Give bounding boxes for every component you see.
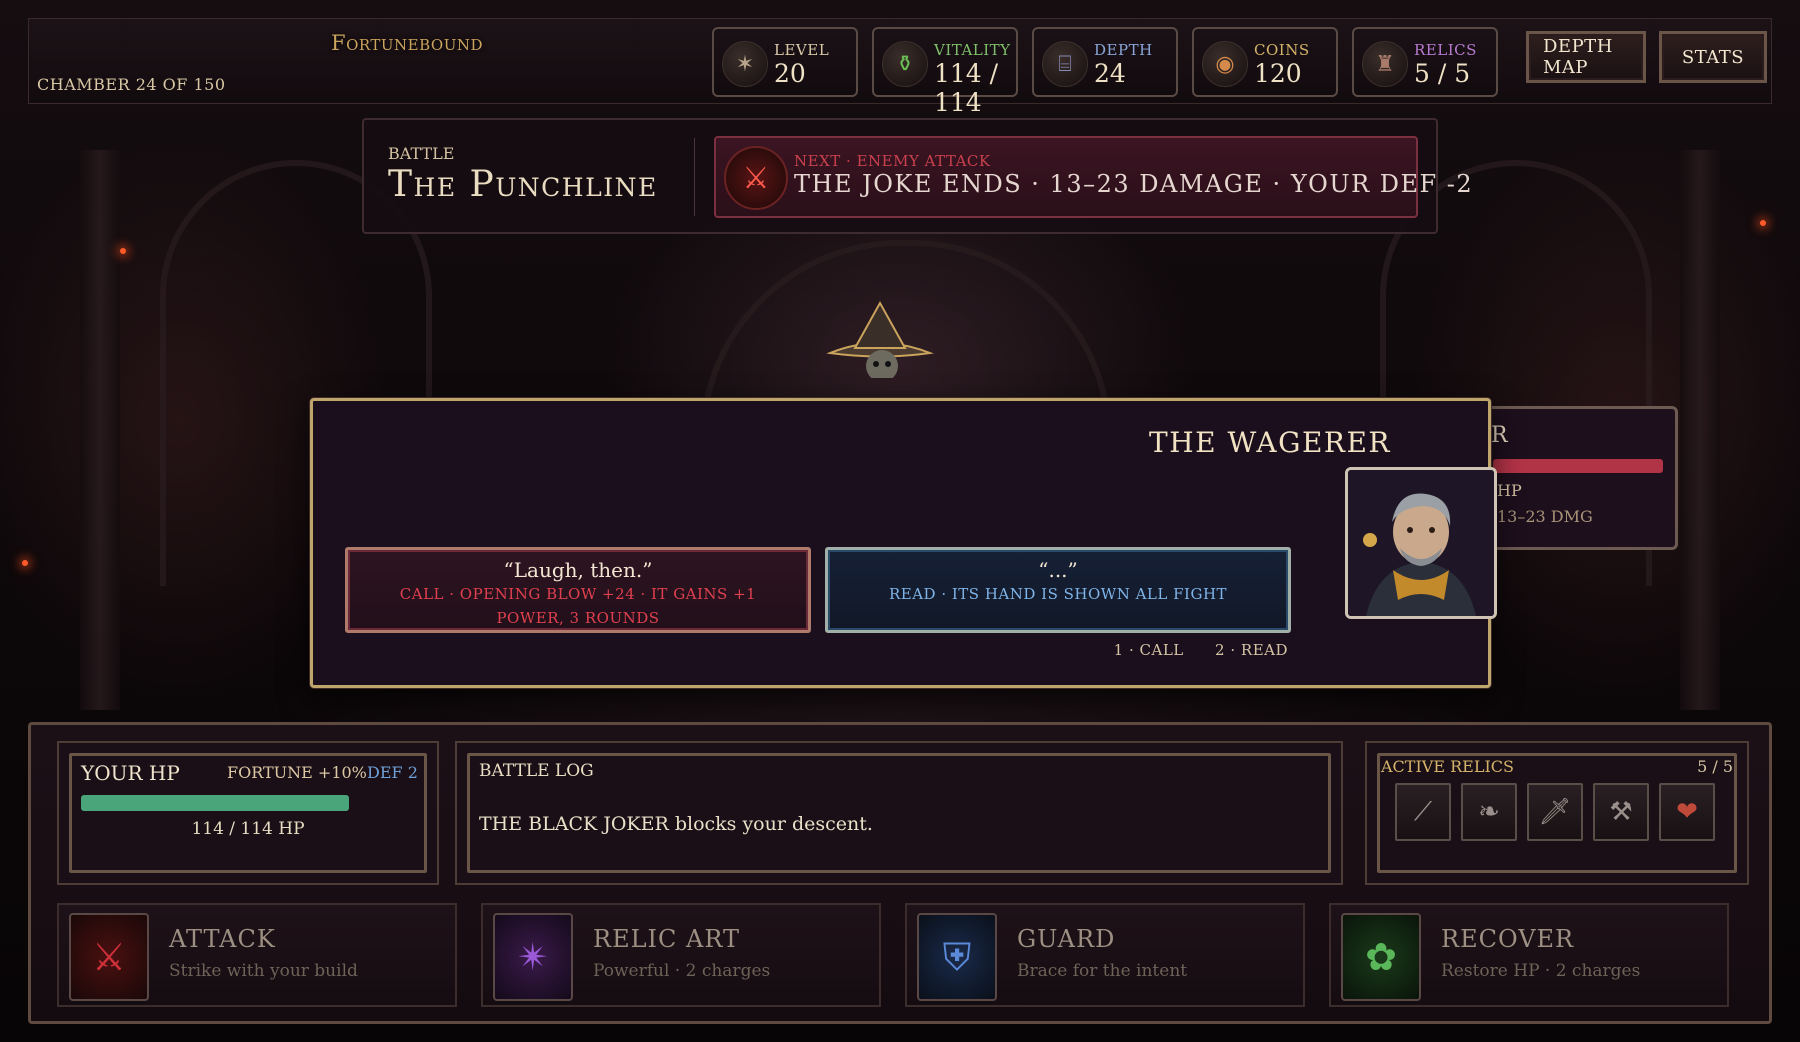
action-name: ATTACK <box>169 925 276 953</box>
arcane-star-icon: ✴ <box>493 913 573 1001</box>
active-relics-panel: ACTIVE RELICS 5 / 5 ⟋ ❧ 🗡 ⚒ ❤ <box>1365 741 1749 885</box>
bottom-panel: YOUR HP FORTUNE +10% DEF 2 114 / 114 HP … <box>28 722 1772 1024</box>
action-name: GUARD <box>1017 925 1116 953</box>
ember <box>120 248 126 254</box>
hotkey-read: 2 · READ <box>1215 641 1288 659</box>
enemy-hp-bar <box>1493 459 1663 473</box>
stairs-icon: ⌸ <box>1042 41 1088 87</box>
stat-depth: ⌸ DEPTH 24 <box>1032 27 1178 97</box>
stat-value: 24 <box>1094 59 1126 88</box>
action-name: RELIC ART <box>593 925 740 953</box>
action-name: RECOVER <box>1441 925 1575 953</box>
stat-coins: ◉ COINS 120 <box>1192 27 1338 97</box>
star-sigil-icon: ✶ <box>722 41 768 87</box>
action-desc: Restore HP · 2 charges <box>1441 961 1641 981</box>
divider <box>694 138 695 216</box>
dagger-icon[interactable]: 🗡 <box>1527 783 1583 841</box>
guard-button[interactable]: ⛨ GUARD Brace for the intent <box>905 903 1305 1007</box>
stat-label: COINS <box>1254 41 1310 59</box>
game-logo: Fortunebound <box>331 31 484 55</box>
action-desc: Brace for the intent <box>1017 961 1188 981</box>
stat-relics: ♜ RELICS 5 / 5 <box>1352 27 1498 97</box>
relics-count: 5 / 5 <box>1697 757 1733 776</box>
player-hp-fill <box>81 795 349 811</box>
chamber-indicator: CHAMBER 24 OF 150 <box>37 75 226 94</box>
heart-icon[interactable]: ❤ <box>1659 783 1715 841</box>
fortune-stat: FORTUNE +10% <box>227 763 367 782</box>
battle-log-panel: BATTLE LOG THE BLACK JOKER blocks your d… <box>455 741 1343 885</box>
player-hp-text: 114 / 114 HP <box>191 819 305 839</box>
stat-value: 20 <box>774 59 806 88</box>
background-pillar <box>1680 150 1720 710</box>
dialogue-box: THE WAGERER “Laugh, then.” CALL · OPENIN… <box>310 398 1497 688</box>
stat-level: ✶ LEVEL 20 <box>712 27 858 97</box>
stats-button[interactable]: STATS <box>1659 31 1767 83</box>
relics-title: ACTIVE RELICS <box>1381 757 1514 776</box>
sword-icon: ⚔ <box>69 913 149 1001</box>
shield-icon: ⛨ <box>917 913 997 1001</box>
stat-value: 5 / 5 <box>1414 59 1471 88</box>
ember <box>1760 220 1766 226</box>
player-hp-bar <box>81 795 349 811</box>
action-desc: Powerful · 2 charges <box>593 961 771 981</box>
attack-button[interactable]: ⚔ ATTACK Strike with your build <box>57 903 457 1007</box>
enemy-damage: 13–23 DMG <box>1497 507 1593 526</box>
wagerer-portrait-icon <box>1348 470 1494 616</box>
choice-read-button[interactable]: “...” READ · ITS HAND IS SHOWN ALL FIGHT <box>825 547 1291 633</box>
battle-tag: BATTLE <box>388 144 455 163</box>
enemy-intent: ⚔ NEXT · ENEMY ATTACK THE JOKE ENDS · 13… <box>714 136 1472 218</box>
relic-art-button[interactable]: ✴ RELIC ART Powerful · 2 charges <box>481 903 881 1007</box>
stat-label: DEPTH <box>1094 41 1153 59</box>
relic-bag-icon: ♜ <box>1362 41 1408 87</box>
background-pillar <box>80 150 120 710</box>
ember <box>22 560 28 566</box>
speaker-portrait <box>1345 467 1497 619</box>
potion-icon: ⚱ <box>882 41 928 87</box>
intent-label: NEXT · ENEMY ATTACK <box>794 152 991 170</box>
feather-icon[interactable]: ❧ <box>1461 783 1517 841</box>
stat-label: RELICS <box>1414 41 1477 59</box>
stat-value: 120 <box>1254 59 1302 88</box>
action-desc: Strike with your build <box>169 961 358 981</box>
stat-label: LEVEL <box>774 41 830 59</box>
intent-description: THE JOKE ENDS · 13–23 DAMAGE · YOUR DEF … <box>794 170 1474 198</box>
battle-log-entry: THE BLACK JOKER blocks your descent. <box>479 813 873 835</box>
enemy-status-card: R HP 13–23 DMG <box>1470 406 1678 550</box>
defense-stat: DEF 2 <box>367 763 418 782</box>
depth-map-button[interactable]: DEPTH MAP <box>1526 31 1646 83</box>
battle-log-title: BATTLE LOG <box>479 761 594 781</box>
choice-effect: READ · ITS HAND IS SHOWN ALL FIGHT <box>888 585 1228 603</box>
stat-value: 114 / 114 <box>934 59 999 117</box>
hp-title: YOUR HP <box>81 761 180 785</box>
battle-header: BATTLE The Punchline ⚔ NEXT · ENEMY ATTA… <box>362 118 1472 234</box>
enemy-hp-label: HP <box>1497 481 1522 500</box>
staff-icon[interactable]: ⟋ <box>1395 783 1451 841</box>
choice-call-button[interactable]: “Laugh, then.” CALL · OPENING BLOW +24 ·… <box>345 547 811 633</box>
choice-quote: “Laugh, then.” <box>503 558 653 582</box>
choice-effect: CALL · OPENING BLOW +24 · IT GAINS +1 PO… <box>399 585 757 627</box>
hotkey-call: 1 · CALL <box>1113 641 1184 659</box>
battle-name: The Punchline <box>388 164 658 205</box>
enemy-name: R <box>1491 423 1508 448</box>
stat-label: VITALITY <box>934 41 1011 59</box>
stat-vitality: ⚱ VITALITY 114 / 114 <box>872 27 1018 117</box>
top-bar: Fortunebound CHAMBER 24 OF 150 ✶ LEVEL 2… <box>28 18 1772 117</box>
sword-slash-icon: ⚔ <box>724 146 788 210</box>
hotkey-hints: 1 · CALL 2 · READ <box>1088 641 1288 659</box>
choice-quote: “...” <box>1038 558 1078 582</box>
player-hp-panel: YOUR HP FORTUNE +10% DEF 2 114 / 114 HP <box>57 741 439 885</box>
herb-icon: ✿ <box>1341 913 1421 1001</box>
enemy-figure <box>826 300 934 378</box>
recover-button[interactable]: ✿ RECOVER Restore HP · 2 charges <box>1329 903 1729 1007</box>
speaker-name: THE WAGERER <box>1149 426 1391 459</box>
axe-icon[interactable]: ⚒ <box>1593 783 1649 841</box>
coin-icon: ◉ <box>1202 41 1248 87</box>
